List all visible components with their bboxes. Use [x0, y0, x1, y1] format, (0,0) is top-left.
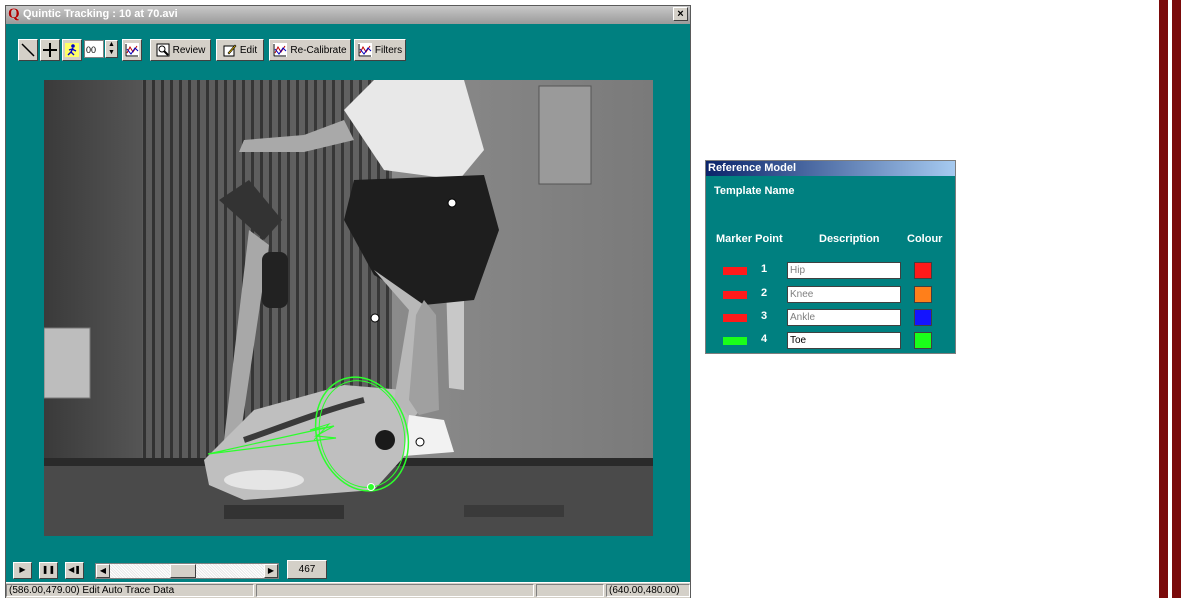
status-bar: (586.00,479.00) Edit Auto Trace Data (64… [6, 582, 690, 598]
edit-label: Edit [239, 44, 258, 56]
frame-scrollbar[interactable]: ◀ ▶ [95, 563, 279, 579]
status-mode: Edit Auto Trace Data [82, 585, 175, 596]
crosshair-icon [43, 43, 57, 57]
edit-button[interactable]: Edit [216, 39, 264, 61]
person-tool-button[interactable] [62, 39, 82, 61]
scroll-left-arrow-icon[interactable]: ◀ [96, 564, 110, 578]
play-button[interactable]: ▶ [13, 562, 32, 579]
knee-marker[interactable] [370, 313, 380, 323]
running-person-icon [65, 43, 79, 57]
playback-controls: ▶ ❚❚ ◀❚ ◀ ▶ 467 [6, 554, 690, 580]
marker-swatch[interactable] [723, 337, 747, 345]
reference-model-panel: Reference Model Template Name Marker Poi… [705, 160, 956, 354]
ankle-marker[interactable] [415, 437, 425, 447]
marker-number: 2 [761, 287, 768, 299]
marker-point-header: Marker Point [716, 233, 783, 245]
filters-label: Filters [374, 44, 403, 56]
marker-swatch[interactable] [723, 267, 747, 275]
recalibrate-chart-icon [273, 43, 288, 57]
rewind-button[interactable]: ◀❚ [65, 562, 84, 579]
marker-swatch[interactable] [723, 314, 747, 322]
quintic-tracking-window: Q Quintic Tracking : 10 at 70.avi × 00 ▲… [5, 5, 691, 598]
marker-colour-button[interactable] [914, 286, 932, 303]
diagonal-line-icon [21, 43, 35, 57]
crosshair-tool-button[interactable] [40, 39, 60, 61]
marker-description-field[interactable]: Knee [787, 286, 901, 303]
pause-button[interactable]: ❚❚ [39, 562, 58, 579]
spinner-arrows-icon[interactable]: ▲ ▼ [105, 40, 118, 58]
marker-colour-button[interactable] [914, 309, 932, 326]
template-name-label: Template Name [714, 185, 795, 197]
status-panel-empty-2 [536, 584, 604, 597]
marker-colour-button[interactable] [914, 332, 932, 349]
marker-number: 4 [761, 333, 768, 345]
line-tool-button[interactable] [18, 39, 38, 61]
chart-icon [125, 43, 139, 57]
video-frame[interactable] [44, 80, 653, 536]
status-cursor-and-mode: (586.00,479.00) Edit Auto Trace Data [6, 584, 254, 597]
review-icon [156, 43, 170, 57]
frame-number: 467 [287, 560, 327, 579]
title-bar[interactable]: Q Quintic Tracking : 10 at 70.avi × [6, 6, 690, 24]
marker-colour-button[interactable] [914, 262, 932, 279]
status-image-size: (640.00,480.00) [606, 584, 690, 597]
window-title: Quintic Tracking : 10 at 70.avi [23, 8, 178, 20]
hip-marker[interactable] [447, 198, 457, 208]
reference-model-title: Reference Model [706, 161, 955, 176]
quintic-logo-icon: Q [8, 6, 20, 22]
marker-swatch[interactable] [723, 291, 747, 299]
scroll-thumb[interactable] [170, 564, 196, 578]
review-label: Review [172, 44, 206, 56]
chart-tool-button[interactable] [122, 39, 142, 61]
recalibrate-label: Re-Calibrate [290, 44, 347, 56]
frame-step-spinner[interactable]: 00 ▲ ▼ [84, 39, 120, 61]
right-edge-bar-2 [1172, 0, 1181, 598]
tracking-video-image[interactable] [44, 80, 653, 536]
marker-description-field[interactable]: Hip [787, 262, 901, 279]
filters-button[interactable]: Filters [354, 39, 406, 61]
scroll-right-arrow-icon[interactable]: ▶ [264, 564, 278, 578]
toe-marker[interactable] [367, 483, 375, 491]
frame-step-value[interactable]: 00 [84, 40, 104, 58]
filters-chart-icon [357, 43, 372, 57]
status-cursor-coords: (586.00,479.00) [9, 585, 80, 596]
marker-number: 1 [761, 263, 768, 275]
marker-description-field[interactable]: Toe [787, 332, 901, 349]
review-button[interactable]: Review [150, 39, 211, 61]
right-edge-bar-1 [1159, 0, 1168, 598]
marker-number: 3 [761, 310, 768, 322]
status-panel-empty [256, 584, 534, 597]
description-header: Description [819, 233, 880, 245]
marker-description-field[interactable]: Ankle [787, 309, 901, 326]
close-button[interactable]: × [673, 7, 688, 21]
edit-icon [223, 44, 237, 57]
recalibrate-button[interactable]: Re-Calibrate [269, 39, 351, 61]
colour-header: Colour [907, 233, 943, 245]
